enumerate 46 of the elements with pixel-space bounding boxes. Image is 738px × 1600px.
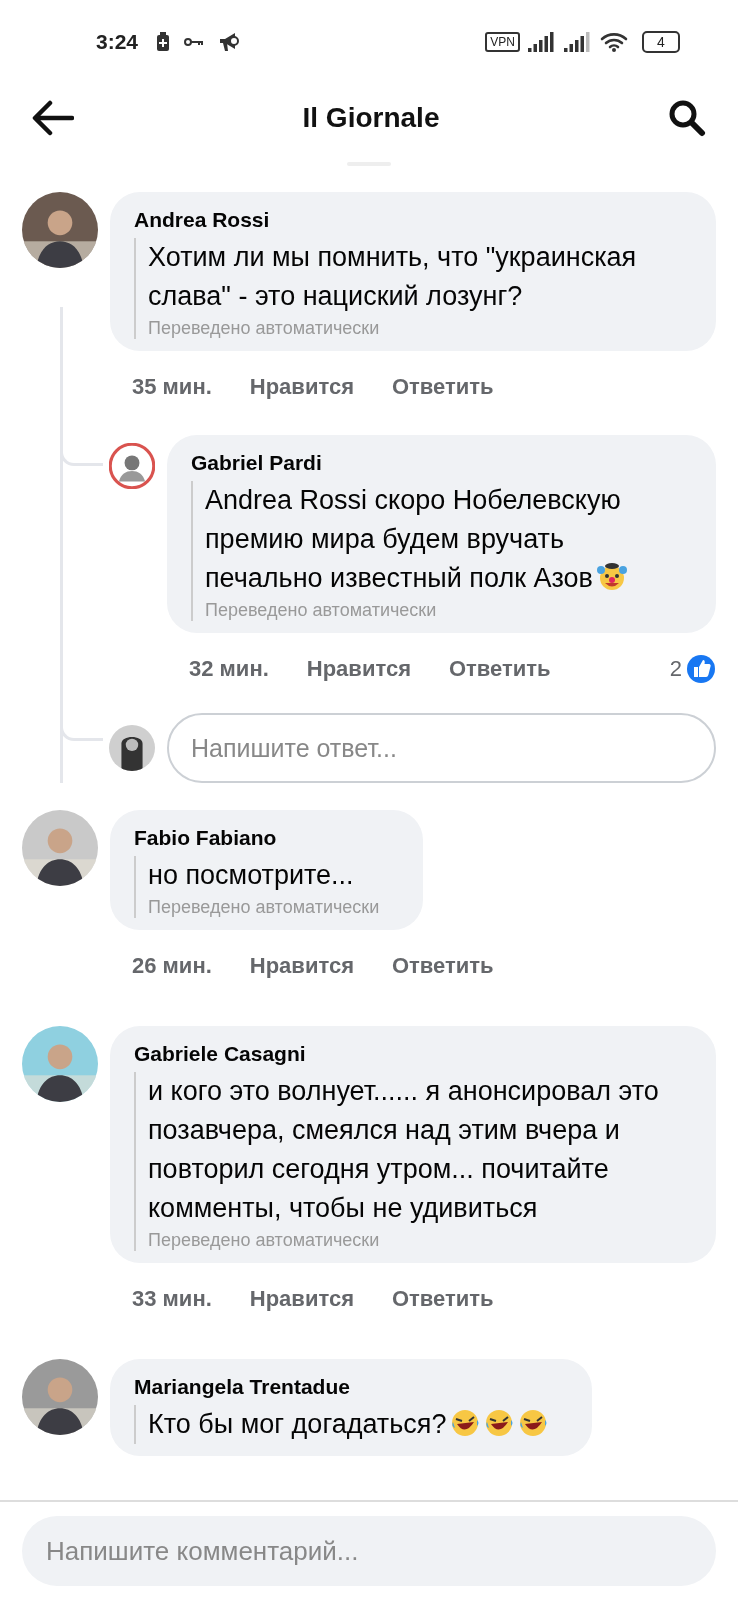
wifi-icon bbox=[600, 31, 630, 53]
comment-text: и кого это волнует...... я анонсировал это позавчера, смеялся над этим вчера и повторил сегодня утром... почитайте комменты, чтобы не удивиться bbox=[148, 1076, 659, 1223]
signal-icon bbox=[528, 32, 556, 52]
page-title: Il Giornale bbox=[302, 102, 440, 134]
like-link[interactable]: Нравится bbox=[249, 953, 354, 979]
author-name[interactable]: Gabriele Casagni bbox=[134, 1042, 672, 1066]
laughing-face-icon bbox=[450, 1408, 481, 1438]
reply-link[interactable]: Ответить bbox=[391, 953, 494, 979]
reply-link[interactable]: Ответить bbox=[448, 656, 551, 682]
laughing-face-icon bbox=[518, 1408, 549, 1438]
comment-text: Хотим ли мы помнить, что "украинская слава" - это нациский лозунг? bbox=[148, 242, 637, 311]
like-link[interactable]: Нравится bbox=[249, 1286, 354, 1312]
comment-input-field[interactable]: Напишите комментарий... bbox=[22, 1516, 716, 1586]
key-icon bbox=[184, 37, 205, 47]
comment-time: 33 мин. bbox=[132, 1286, 212, 1312]
clock-time: 3:24 bbox=[96, 30, 139, 54]
comment-text: Andrea Rossi скоро Нобелевскую премию мира будем вручать печально известный полк Азов bbox=[205, 481, 672, 598]
like-link[interactable]: Нравится bbox=[306, 656, 411, 682]
author-name[interactable]: Andrea Rossi bbox=[134, 208, 672, 232]
comment-time: 32 мин. bbox=[189, 656, 269, 682]
comment-time: 35 мин. bbox=[132, 374, 212, 400]
reply-link[interactable]: Ответить bbox=[391, 1286, 494, 1312]
battery-saver-icon bbox=[156, 32, 171, 52]
comment-text: но посмотрите... bbox=[148, 860, 354, 890]
search-icon[interactable] bbox=[668, 99, 706, 137]
translation-note: Переведено автоматически bbox=[205, 600, 438, 621]
back-arrow-icon[interactable] bbox=[32, 100, 74, 136]
laughing-face-icon bbox=[484, 1408, 515, 1438]
reply-input-field[interactable]: Напишите ответ... bbox=[167, 713, 716, 783]
reaction-count: 2 bbox=[669, 656, 682, 682]
author-name[interactable]: Mariangela Trentadue bbox=[134, 1375, 549, 1399]
clown-face-icon bbox=[596, 562, 627, 592]
reply-link[interactable]: Ответить bbox=[391, 374, 494, 400]
battery-indicator: 4 bbox=[642, 31, 680, 53]
translation-note: Переведено автоматически bbox=[148, 897, 380, 918]
author-name[interactable]: Gabriel Pardi bbox=[191, 451, 672, 475]
comment-text: Кто бы мог догадаться? bbox=[148, 1409, 549, 1439]
megaphone-icon bbox=[218, 31, 241, 53]
like-icon bbox=[686, 654, 716, 684]
comment-time: 26 мин. bbox=[132, 953, 212, 979]
translation-note: Переведено автоматически bbox=[148, 1230, 381, 1251]
like-link[interactable]: Нравится bbox=[249, 374, 354, 400]
signal-icon bbox=[564, 32, 592, 52]
vpn-badge: VPN bbox=[485, 32, 520, 52]
translation-note: Переведено автоматически bbox=[148, 318, 381, 339]
author-name[interactable]: Fabio Fabiano bbox=[134, 826, 380, 850]
